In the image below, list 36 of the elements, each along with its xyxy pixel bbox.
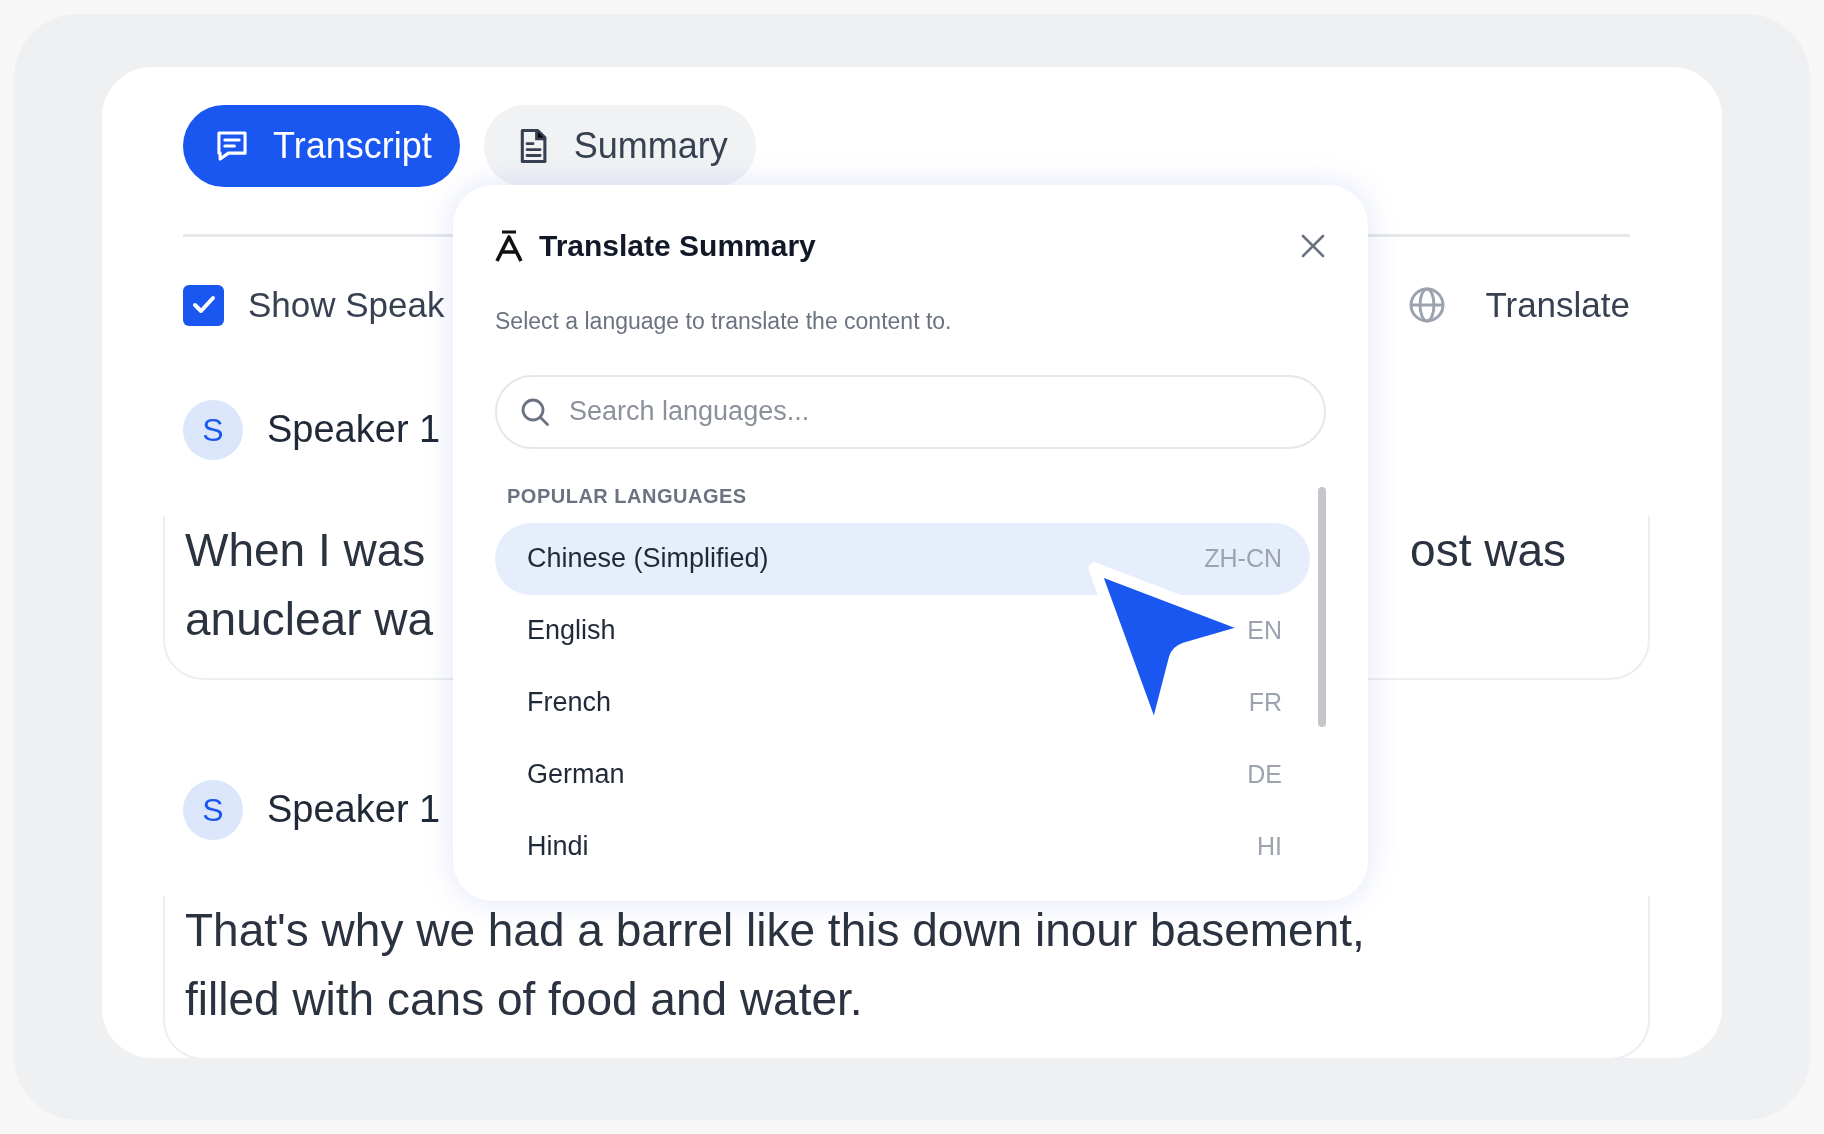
dialog-subtitle: Select a language to translate the content to. [495,307,953,336]
language-option[interactable]: Hindi HI [495,810,1310,883]
language-name: Hindi [527,830,589,864]
speaker-avatar: S [183,779,243,840]
transcript-text: filled with cans of food and water. [185,971,863,1027]
transcript-text: ost was [1410,522,1566,578]
search-field[interactable]: Search languages... [495,374,1326,449]
transcript-text: When I was [185,522,426,578]
language-code: ZH-CN [1204,542,1282,574]
checkbox[interactable] [183,284,224,326]
tab[interactable]: Summary [483,105,756,187]
dialog-title: Translate Summary [539,228,816,264]
close-button[interactable] [1300,232,1326,259]
language-option[interactable]: Chinese (Simplified) ZH-CN [495,522,1310,595]
checkbox-label: Show Speak [248,284,445,326]
section-heading: POPULAR LANGUAGES [506,483,748,509]
language-name: Chinese (Simplified) [527,542,769,576]
transcript-text: anuclear wa [185,591,434,647]
language-code: EN [1247,614,1282,646]
language-code: HI [1257,830,1282,862]
language-name: English [527,614,616,648]
scrollbar-thumb[interactable] [1318,486,1326,727]
speaker-avatar: S [183,399,243,460]
language-name: German [527,758,625,792]
language-option[interactable]: French FR [495,666,1310,739]
language-code: FR [1248,686,1282,718]
speaker-name: Speaker 1 [267,407,441,452]
transcript-text: That's why we had a barrel like this down inour basement, [185,902,1365,958]
language-option[interactable]: English EN [495,594,1310,667]
translate-button[interactable]: Translate [1485,279,1630,332]
speaker-name: Speaker 1 [267,787,441,832]
translate-icon [495,228,523,263]
language-code: DE [1247,758,1282,790]
language-option[interactable]: German DE [495,738,1310,811]
tab[interactable]: Transcript [183,105,460,187]
language-name: French [527,686,612,720]
